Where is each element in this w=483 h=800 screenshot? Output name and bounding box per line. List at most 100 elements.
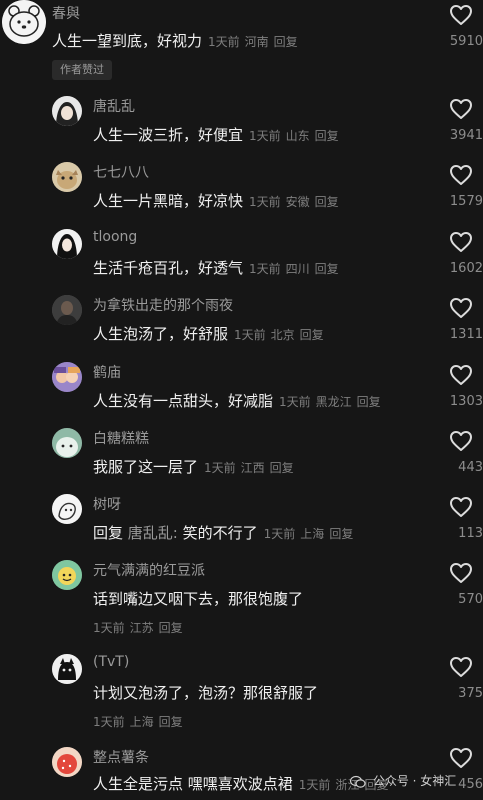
comment-time: 1天前 [249, 195, 281, 209]
comment-time: 1天前 [249, 129, 281, 143]
comment-body: 人生泡汤了，好舒服 [93, 325, 229, 343]
comment-location: 黑龙江 [315, 395, 352, 409]
reply-prefix: 回复 [93, 524, 124, 542]
comment-location: 山东 [285, 129, 310, 143]
comment-text: 人生泡汤了，好舒服 1天前 北京 回复 [93, 323, 324, 344]
username[interactable]: 鹤庙 [93, 362, 121, 382]
username[interactable]: 整点薯条 [93, 747, 149, 767]
reply-button[interactable]: 回复 [329, 527, 353, 541]
comment-time: 1天前 [279, 395, 311, 409]
comment-location: 江苏 [129, 621, 154, 635]
watermark: 公众号 · 女神汇 [350, 772, 456, 789]
comment-text: 计划又泡汤了，泡汤？那很舒服了 [93, 682, 318, 703]
reply-button[interactable]: 回复 [159, 715, 183, 729]
comment-body: 人生一波三折，好便宜 [93, 126, 244, 144]
reply-button[interactable]: 回复 [357, 395, 381, 409]
comment-body: 人生一望到底，好视力 [52, 32, 203, 50]
username[interactable]: (TvT) [93, 654, 129, 670]
comment-body: 人生没有一点甜头，好减脂 [93, 392, 274, 410]
comment-location: 江西 [240, 461, 265, 475]
like-count: 1311 [449, 327, 483, 342]
heart-icon [450, 657, 472, 677]
like-button[interactable]: 1311 [431, 297, 483, 345]
like-button[interactable]: 570 [431, 562, 483, 610]
reply-button[interactable]: 回复 [274, 35, 298, 49]
like-button[interactable]: 1579 [431, 164, 483, 212]
comment-text: 回复 唐乱乱: 笑的不行了 1天前 上海 回复 [93, 522, 353, 543]
heart-icon [450, 497, 472, 517]
comment-text: 人生一望到底，好视力 1天前 河南 回复 [52, 30, 298, 51]
like-count: 1579 [449, 194, 483, 209]
heart-icon [450, 431, 472, 451]
comment-body: 人生全是污点 嘿嘿喜欢波点裙 [93, 775, 293, 793]
comment-text: 生活千疮百孔，好透气 1天前 四川 回复 [93, 257, 339, 278]
comment-location: 上海 [300, 527, 325, 541]
comment-body: 计划又泡汤了，泡汤？那很舒服了 [93, 684, 319, 702]
comment-text: 人生没有一点甜头，好减脂 1天前 黑龙江 回复 [93, 390, 381, 411]
comment-time: 1天前 [234, 328, 266, 342]
heart-icon [450, 165, 472, 185]
username[interactable]: 白糖糕糕 [93, 428, 149, 448]
comment-body: 生活千疮百孔，好透气 [93, 259, 244, 277]
comment-time: 1天前 [208, 35, 240, 49]
like-button[interactable]: 1303 [431, 364, 483, 412]
avatar[interactable] [52, 428, 82, 458]
comment-location: 四川 [285, 262, 310, 276]
comment-time: 1天前 [93, 621, 125, 635]
avatar[interactable] [52, 362, 82, 392]
comment-body: 人生一片黑暗，好凉快 [93, 192, 244, 210]
comment-text: 话到嘴边又咽下去，那很饱腹了 [93, 588, 303, 609]
avatar[interactable] [52, 229, 82, 259]
heart-icon [450, 563, 472, 583]
comment-time: 1天前 [249, 262, 281, 276]
avatar[interactable] [52, 747, 82, 777]
reply-button[interactable]: 回复 [315, 262, 339, 276]
wechat-icon [350, 775, 366, 788]
heart-icon [450, 365, 472, 385]
username[interactable]: 元气满满的红豆派 [93, 560, 205, 580]
username[interactable]: 唐乱乱 [93, 96, 135, 116]
like-button[interactable]: 5910 [431, 4, 483, 52]
like-count: 113 [458, 526, 483, 541]
username[interactable]: 七七八八 [93, 162, 149, 182]
like-count: 456 [458, 777, 483, 792]
avatar[interactable] [52, 560, 82, 590]
like-button[interactable]: 113 [431, 496, 483, 544]
avatar[interactable] [52, 162, 82, 192]
comment-meta: 1天前 江苏 回复 [93, 619, 183, 636]
comment-body: 话到嘴边又咽下去，那很饱腹了 [93, 590, 304, 608]
like-button[interactable]: 375 [431, 656, 483, 704]
comment-text: 我服了这一层了 1天前 江西 回复 [93, 456, 294, 477]
reply-button[interactable]: 回复 [300, 328, 324, 342]
reply-button[interactable]: 回复 [315, 129, 339, 143]
username[interactable]: 为拿铁出走的那个雨夜 [93, 295, 233, 315]
reply-target-username[interactable]: 唐乱乱: [128, 524, 178, 542]
avatar[interactable] [52, 96, 82, 126]
avatar[interactable] [52, 654, 82, 684]
heart-icon [450, 748, 472, 768]
username[interactable]: 树呀 [93, 494, 121, 514]
reply-button[interactable]: 回复 [315, 195, 339, 209]
username[interactable]: tloong [93, 229, 137, 245]
avatar[interactable] [52, 494, 82, 524]
like-button[interactable]: 443 [431, 430, 483, 478]
like-button[interactable]: 3941 [431, 98, 483, 146]
watermark-text: 公众号 · 女神汇 [372, 774, 457, 788]
comment-meta: 1天前 上海 回复 [93, 713, 183, 730]
username[interactable]: 春與 [52, 3, 80, 23]
comment-time: 1天前 [263, 527, 296, 541]
like-count: 375 [458, 686, 483, 701]
like-count: 5910 [449, 34, 483, 49]
like-button[interactable]: 1602 [431, 231, 483, 279]
comment-time: 1天前 [93, 715, 125, 729]
heart-icon [450, 298, 472, 318]
like-count: 3941 [449, 128, 483, 143]
reply-button[interactable]: 回复 [159, 621, 183, 635]
avatar[interactable] [52, 295, 82, 325]
comment-body: 笑的不行了 [182, 524, 258, 542]
reply-button[interactable]: 回复 [270, 461, 294, 475]
heart-icon [450, 232, 472, 252]
author-liked-badge: 作者赞过 [52, 60, 112, 80]
like-count: 443 [458, 460, 483, 475]
avatar[interactable] [2, 0, 46, 44]
